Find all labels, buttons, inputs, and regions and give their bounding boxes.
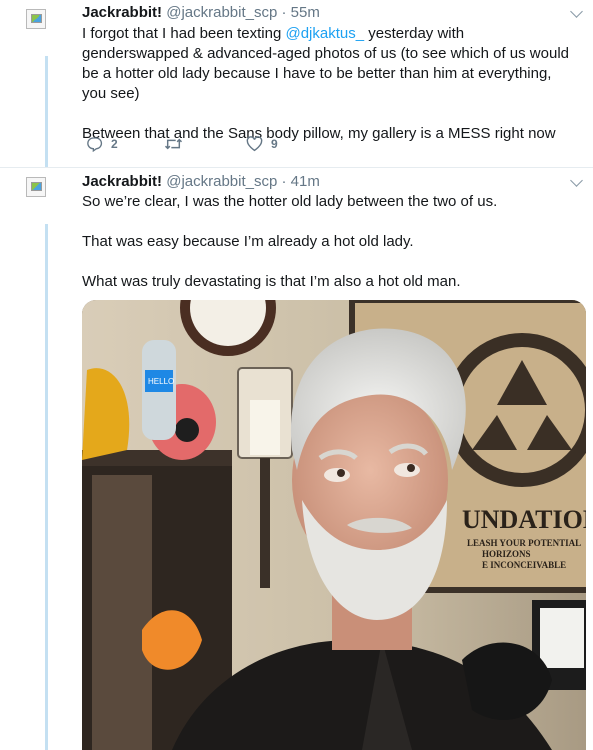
poster-text: UNDATION	[462, 505, 586, 534]
tweet-paragraph: I forgot that I had been texting @djkakt…	[82, 24, 572, 104]
display-name[interactable]: Jackrabbit!	[82, 173, 162, 190]
text-segment: I forgot that I had been texting	[82, 25, 286, 42]
tweet-paragraph: Between that and the Sans body pillow, m…	[82, 125, 556, 142]
tweet-header: Jackrabbit! @jackrabbit_scp · 55m	[82, 3, 320, 22]
thread-line	[45, 56, 48, 168]
tweet-header: Jackrabbit! @jackrabbit_scp · 41m	[82, 172, 320, 191]
tweet-text: So we’re clear, I was the hotter old lad…	[82, 192, 572, 292]
chevron-down-icon[interactable]	[570, 174, 583, 187]
user-handle[interactable]: @jackrabbit_scp	[166, 173, 277, 190]
thread-line	[45, 224, 48, 750]
photo-illustration: UNDATION LEASH YOUR POTENTIAL HORIZONS E…	[82, 300, 586, 750]
tweet-divider	[0, 167, 593, 168]
poster-text: LEASH YOUR POTENTIAL	[467, 538, 581, 548]
poster-text: E INCONCEIVABLE	[482, 560, 566, 570]
reply-count: 2	[111, 137, 118, 151]
like-button[interactable]: 9	[246, 136, 278, 152]
reply-button[interactable]: 2	[86, 136, 118, 152]
tweet-paragraph: That was easy because I’m already a hot …	[82, 233, 414, 250]
separator-dot: ·	[281, 4, 287, 21]
heart-icon	[246, 136, 263, 152]
display-name[interactable]: Jackrabbit!	[82, 4, 162, 21]
retweet-icon	[164, 138, 183, 150]
bottle-label: HELLO	[148, 377, 174, 386]
tweet-text: I forgot that I had been texting @djkakt…	[82, 24, 572, 144]
tweet-photo[interactable]: UNDATION LEASH YOUR POTENTIAL HORIZONS E…	[82, 300, 586, 750]
chevron-down-icon[interactable]	[570, 5, 583, 18]
reply-icon	[87, 137, 103, 152]
tweet-paragraph: What was truly devastating is that I’m a…	[82, 273, 461, 290]
avatar-broken-image[interactable]	[26, 177, 46, 197]
avatar-broken-image[interactable]	[26, 9, 46, 29]
like-count: 9	[271, 137, 278, 151]
poster-text: HORIZONS	[482, 549, 531, 559]
timestamp[interactable]: 41m	[291, 173, 320, 190]
separator-dot: ·	[281, 173, 287, 190]
retweet-button[interactable]	[164, 136, 183, 152]
mention-link[interactable]: @djkaktus_	[285, 25, 364, 42]
timestamp[interactable]: 55m	[291, 4, 320, 21]
tweet-paragraph: So we’re clear, I was the hotter old lad…	[82, 193, 498, 210]
user-handle[interactable]: @jackrabbit_scp	[166, 4, 277, 21]
